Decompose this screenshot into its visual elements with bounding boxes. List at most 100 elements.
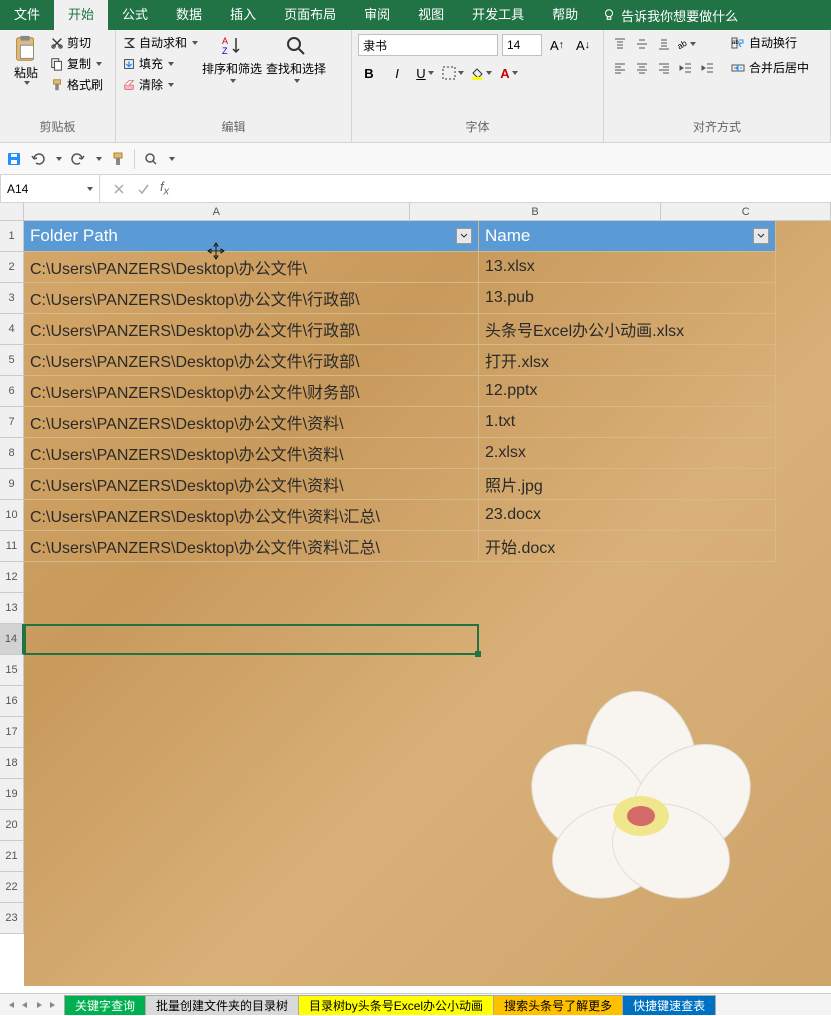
format-painter-button[interactable]: 格式刷 — [50, 76, 103, 93]
row-header[interactable]: 15 — [0, 655, 24, 686]
row-header[interactable]: 14 — [0, 624, 24, 655]
wrap-text-button[interactable]: ab自动换行 — [730, 34, 809, 51]
row-header[interactable]: 4 — [0, 314, 24, 345]
column-header[interactable]: C — [661, 203, 831, 220]
font-size-select[interactable] — [502, 34, 542, 56]
menu-insert[interactable]: 插入 — [216, 0, 270, 30]
cell[interactable]: 打开.xlsx — [479, 345, 776, 376]
row-header[interactable]: 9 — [0, 469, 24, 500]
row-header[interactable]: 18 — [0, 748, 24, 779]
cell[interactable]: C:\Users\PANZERS\Desktop\办公文件\资料\汇总\ — [24, 531, 479, 562]
column-header[interactable]: A — [24, 203, 410, 220]
font-color-button[interactable]: A — [498, 62, 520, 84]
cancel-icon[interactable] — [112, 182, 126, 196]
sheet-tab-dir-tree[interactable]: 目录树by头条号Excel办公小动画 — [298, 995, 494, 1015]
enter-icon[interactable] — [136, 182, 150, 196]
orientation-button[interactable]: ab — [676, 34, 696, 54]
cell[interactable]: C:\Users\PANZERS\Desktop\办公文件\行政部\ — [24, 283, 479, 314]
tab-nav-first-icon[interactable] — [6, 1000, 16, 1010]
clear-button[interactable]: 清除 — [122, 76, 198, 93]
cell[interactable]: 照片.jpg — [479, 469, 776, 500]
autosum-button[interactable]: 自动求和 — [122, 34, 198, 51]
border-button[interactable] — [442, 62, 464, 84]
menu-file[interactable]: 文件 — [0, 0, 54, 30]
cell[interactable]: Folder Path — [24, 221, 479, 252]
row-header[interactable]: 5 — [0, 345, 24, 376]
brush-qat-icon[interactable] — [110, 151, 126, 167]
row-header[interactable]: 23 — [0, 903, 24, 934]
align-center-button[interactable] — [632, 58, 652, 78]
align-bottom-button[interactable] — [654, 34, 674, 54]
merge-center-button[interactable]: 合并后居中 — [730, 59, 809, 76]
decrease-indent-button[interactable] — [676, 58, 696, 78]
underline-button[interactable]: U — [414, 62, 436, 84]
save-icon[interactable] — [6, 151, 22, 167]
cell[interactable]: 23.docx — [479, 500, 776, 531]
formula-input[interactable] — [181, 175, 831, 202]
row-header[interactable]: 16 — [0, 686, 24, 717]
menu-home[interactable]: 开始 — [54, 0, 108, 30]
cell[interactable]: C:\Users\PANZERS\Desktop\办公文件\ — [24, 252, 479, 283]
cell[interactable]: C:\Users\PANZERS\Desktop\办公文件\行政部\ — [24, 314, 479, 345]
fx-icon[interactable]: fx — [160, 179, 169, 198]
cell[interactable]: 2.xlsx — [479, 438, 776, 469]
cell[interactable]: 开始.docx — [479, 531, 776, 562]
cell[interactable]: C:\Users\PANZERS\Desktop\办公文件\资料\ — [24, 469, 479, 500]
row-header[interactable]: 21 — [0, 841, 24, 872]
row-header[interactable]: 6 — [0, 376, 24, 407]
row-header[interactable]: 20 — [0, 810, 24, 841]
paste-button[interactable]: 粘贴 — [6, 34, 46, 85]
filter-button[interactable] — [753, 228, 769, 244]
menu-layout[interactable]: 页面布局 — [270, 0, 350, 30]
cut-button[interactable]: 剪切 — [50, 34, 103, 51]
tab-nav-prev-icon[interactable] — [20, 1000, 30, 1010]
decrease-font-button[interactable]: A↓ — [572, 34, 594, 56]
increase-indent-button[interactable] — [698, 58, 718, 78]
align-left-button[interactable] — [610, 58, 630, 78]
row-header[interactable]: 10 — [0, 500, 24, 531]
cell[interactable]: C:\Users\PANZERS\Desktop\办公文件\财务部\ — [24, 376, 479, 407]
row-header[interactable]: 8 — [0, 438, 24, 469]
font-name-select[interactable] — [358, 34, 498, 56]
align-top-button[interactable] — [610, 34, 630, 54]
tab-nav-next-icon[interactable] — [34, 1000, 44, 1010]
row-header[interactable]: 2 — [0, 252, 24, 283]
select-all-corner[interactable] — [0, 203, 24, 221]
cell[interactable]: Name — [479, 221, 776, 252]
undo-icon[interactable] — [30, 151, 46, 167]
cell[interactable]: C:\Users\PANZERS\Desktop\办公文件\资料\汇总\ — [24, 500, 479, 531]
row-header[interactable]: 3 — [0, 283, 24, 314]
row-header[interactable]: 7 — [0, 407, 24, 438]
cell[interactable]: 13.xlsx — [479, 252, 776, 283]
menu-formula[interactable]: 公式 — [108, 0, 162, 30]
sheet-tab-shortcut-ref[interactable]: 快捷键速查表 — [622, 995, 716, 1015]
cell[interactable]: C:\Users\PANZERS\Desktop\办公文件\资料\ — [24, 407, 479, 438]
align-right-button[interactable] — [654, 58, 674, 78]
row-header[interactable]: 22 — [0, 872, 24, 903]
redo-icon[interactable] — [70, 151, 86, 167]
sheet-tab-batch-create[interactable]: 批量创建文件夹的目录树 — [145, 995, 299, 1015]
row-header[interactable]: 12 — [0, 562, 24, 593]
italic-button[interactable]: I — [386, 62, 408, 84]
zoom-qat-icon[interactable] — [143, 151, 159, 167]
cell[interactable]: 头条号Excel办公小动画.xlsx — [479, 314, 776, 345]
menu-dev[interactable]: 开发工具 — [458, 0, 538, 30]
sort-filter-button[interactable]: AZ 排序和筛选 — [202, 34, 262, 83]
row-header[interactable]: 19 — [0, 779, 24, 810]
row-header[interactable]: 17 — [0, 717, 24, 748]
cell[interactable]: 1.txt — [479, 407, 776, 438]
menu-view[interactable]: 视图 — [404, 0, 458, 30]
tell-me-search[interactable]: 告诉我你想要做什么 — [592, 6, 748, 25]
fill-color-button[interactable] — [470, 62, 492, 84]
copy-button[interactable]: 复制 — [50, 55, 103, 72]
sheet-tab-keyword-query[interactable]: 关键字查询 — [64, 995, 146, 1015]
cell[interactable]: C:\Users\PANZERS\Desktop\办公文件\资料\ — [24, 438, 479, 469]
filter-button[interactable] — [456, 228, 472, 244]
cell-grid[interactable]: Folder PathNameC:\Users\PANZERS\Desktop\… — [24, 221, 776, 562]
menu-review[interactable]: 审阅 — [350, 0, 404, 30]
row-header[interactable]: 13 — [0, 593, 24, 624]
cell[interactable]: 13.pub — [479, 283, 776, 314]
row-header[interactable]: 1 — [0, 221, 24, 252]
sheet-tab-search-more[interactable]: 搜索头条号了解更多 — [493, 995, 623, 1015]
tab-nav-last-icon[interactable] — [48, 1000, 58, 1010]
